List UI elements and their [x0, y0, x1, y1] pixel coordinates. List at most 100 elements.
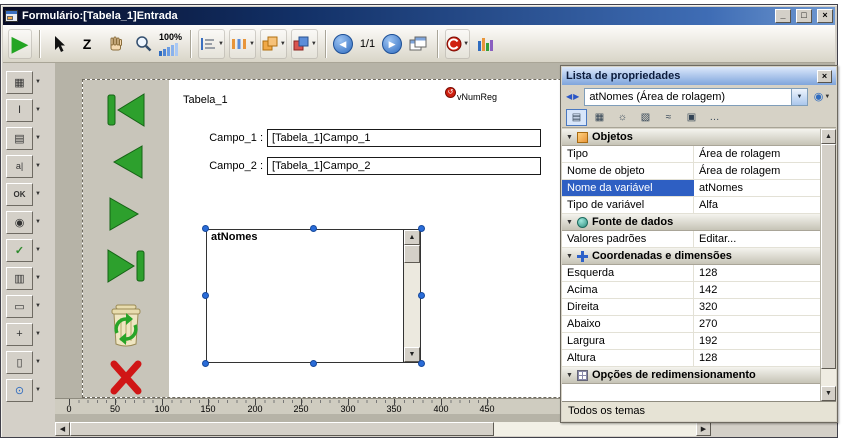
delete-record-button[interactable] — [98, 302, 154, 350]
dropdown-icon[interactable]: ▼ — [35, 331, 41, 337]
list-box-tool[interactable]: a|▼ — [6, 153, 52, 179]
tab-display[interactable]: ▦ — [589, 109, 610, 126]
visibility-menu-button[interactable]: ◉▼ — [812, 90, 832, 103]
scroll-up-button[interactable]: ▲ — [404, 230, 420, 245]
property-value[interactable]: 320 — [694, 299, 820, 315]
property-row-esquerda[interactable]: Esquerda128 — [562, 265, 820, 282]
property-row-tipo[interactable]: TipoÁrea de rolagem — [562, 146, 820, 163]
active-object-tool[interactable]: ▦▼ — [6, 69, 52, 95]
object-selector-combo[interactable]: atNomes (Área de rolagem) ▼ — [584, 88, 808, 106]
tab-events[interactable]: ≈ — [658, 109, 679, 126]
zoom-level-display[interactable]: 100% — [159, 27, 183, 61]
scroll-right-button[interactable]: ▶ — [696, 422, 711, 436]
section-header-redimensionamento[interactable]: ▼ Opções de redimensionamento — [562, 367, 820, 384]
clock-tool[interactable]: ⊙▼ — [6, 377, 52, 403]
next-page-button[interactable]: ▶ — [382, 34, 402, 54]
property-value[interactable]: 128 — [694, 265, 820, 281]
tab-action[interactable]: ☼ — [612, 109, 633, 126]
dropdown-icon[interactable]: ▼ — [35, 303, 41, 309]
property-value[interactable]: 192 — [694, 333, 820, 349]
selection-handle[interactable] — [310, 225, 317, 232]
property-row-direita[interactable]: Direita320 — [562, 299, 820, 316]
property-value[interactable]: 270 — [694, 316, 820, 332]
property-row-valores-padroes[interactable]: Valores padrõesEditar... — [562, 231, 820, 248]
tab-appearance[interactable]: ▧ — [635, 109, 656, 126]
tab-control-tool[interactable]: ▥▼ — [6, 265, 52, 291]
property-row-abaixo[interactable]: Abaixo270 — [562, 316, 820, 333]
section-header-fonte-de-dados[interactable]: ▼ Fonte de dados — [562, 214, 820, 231]
property-list-close-button[interactable]: × — [817, 70, 832, 83]
field-label-campo2[interactable]: Campo_2 : — [187, 160, 263, 172]
property-row-acima[interactable]: Acima142 — [562, 282, 820, 299]
selection-handle[interactable] — [202, 292, 209, 299]
property-row-nome-variavel[interactable]: Nome da variávelatNomes — [562, 180, 820, 197]
minimize-button[interactable]: _ — [775, 9, 791, 23]
field-input-campo1[interactable]: [Tabela_1]Campo_1 — [267, 129, 541, 147]
zoom-tool-button[interactable] — [131, 29, 155, 59]
group-menu-button[interactable]: ▼ — [260, 29, 287, 59]
scrollbar-thumb[interactable] — [404, 245, 420, 263]
dropdown-icon[interactable]: ▼ — [463, 41, 469, 47]
last-record-button[interactable] — [98, 246, 154, 286]
dropdown-icon[interactable]: ▼ — [280, 41, 286, 47]
field-input-campo2[interactable]: [Tabela_1]Campo_2 — [267, 157, 541, 175]
property-value[interactable]: Área de rolagem — [694, 146, 820, 162]
selection-handle[interactable] — [418, 292, 425, 299]
scroll-area-object[interactable]: atNomes ▲ ▼ — [206, 229, 421, 363]
dropdown-icon[interactable]: ▼ — [35, 247, 41, 253]
line-tool[interactable]: +▼ — [6, 321, 52, 347]
table-title-label[interactable]: Tabela_1 — [183, 94, 228, 106]
arrange-menu-button[interactable]: ▼ — [291, 29, 318, 59]
combo-dropdown-button[interactable]: ▼ — [791, 89, 807, 105]
dropdown-icon[interactable]: ▼ — [35, 107, 41, 113]
property-value[interactable]: Alfa — [694, 197, 820, 213]
tab-order-tool-button[interactable]: Z — [75, 29, 99, 59]
standard-action-menu-button[interactable]: ▼ — [445, 29, 470, 59]
radio-button-tool[interactable]: ◉▼ — [6, 209, 52, 235]
dropdown-icon[interactable]: ▼ — [35, 219, 41, 225]
property-row-tipo-variavel[interactable]: Tipo de variávelAlfa — [562, 197, 820, 214]
dropdown-icon[interactable]: ▼ — [35, 275, 41, 281]
property-row-largura[interactable]: Largura192 — [562, 333, 820, 350]
property-value[interactable]: atNomes — [694, 180, 820, 196]
run-button[interactable]: ▶ — [8, 29, 32, 59]
align-menu-button[interactable]: ▼ — [198, 29, 225, 59]
maximize-button[interactable]: □ — [796, 9, 812, 23]
group-box-tool[interactable]: ▭▼ — [6, 293, 52, 319]
tab-screen[interactable]: ▣ — [681, 109, 702, 126]
property-value-edit-button[interactable]: Editar... — [694, 231, 820, 247]
scroll-left-button[interactable]: ◀ — [55, 422, 70, 436]
dropdown-icon[interactable]: ▼ — [311, 41, 317, 47]
property-row-altura[interactable]: Altura128 — [562, 350, 820, 367]
tab-more[interactable]: … — [704, 109, 725, 126]
section-header-objetos[interactable]: ▼ Objetos — [562, 129, 820, 146]
dropdown-icon[interactable]: ▼ — [35, 359, 41, 365]
property-row-nome-objeto[interactable]: Nome de objetoÁrea de rolagem — [562, 163, 820, 180]
numreg-action-icon[interactable]: ↺ — [445, 87, 456, 98]
selection-handle[interactable] — [310, 360, 317, 367]
pointer-tool-button[interactable] — [47, 29, 71, 59]
hand-tool-button[interactable] — [103, 29, 127, 59]
cancel-button[interactable] — [98, 360, 154, 396]
scrollbar-thumb[interactable] — [821, 144, 836, 369]
dropdown-icon[interactable]: ▼ — [218, 41, 224, 47]
field-label-campo1[interactable]: Campo_1 : — [187, 132, 263, 144]
dropdown-icon[interactable]: ▼ — [35, 163, 41, 169]
close-button[interactable]: × — [817, 9, 833, 23]
object-nav-buttons[interactable]: ◀▶ — [566, 92, 580, 101]
scroll-area[interactable]: atNomes ▲ ▼ — [206, 229, 421, 363]
checkbox-tool[interactable]: ✓▼ — [6, 237, 52, 263]
text-input-tool[interactable]: I▼ — [6, 97, 52, 123]
page-list-button[interactable] — [406, 29, 430, 59]
dropdown-icon[interactable]: ▼ — [35, 79, 41, 85]
previous-record-button[interactable] — [98, 142, 154, 182]
scroll-down-button[interactable]: ▼ — [404, 347, 420, 362]
selection-handle[interactable] — [418, 360, 425, 367]
dropdown-icon[interactable]: ▼ — [35, 135, 41, 141]
numreg-variable-label[interactable]: vNumReg — [457, 92, 497, 102]
splitter-tool[interactable]: ▯▼ — [6, 349, 52, 375]
first-record-button[interactable] — [98, 90, 154, 130]
selection-handle[interactable] — [202, 360, 209, 367]
selection-handle[interactable] — [202, 225, 209, 232]
dropdown-icon[interactable]: ▼ — [35, 387, 41, 393]
